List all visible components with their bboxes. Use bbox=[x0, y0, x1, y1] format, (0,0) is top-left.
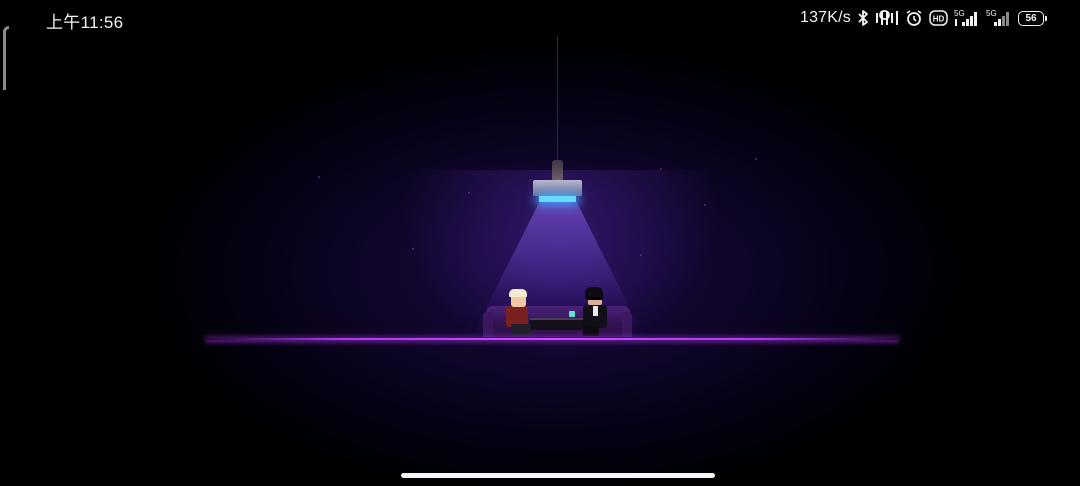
lamp-bulb bbox=[539, 196, 576, 202]
sofa-arm-right bbox=[622, 312, 632, 337]
floor-glow bbox=[206, 340, 898, 346]
vibrate-icon bbox=[875, 9, 899, 27]
particle bbox=[755, 158, 757, 160]
coffee-table bbox=[530, 318, 586, 330]
signal-5g-label-2: 5G bbox=[986, 9, 997, 18]
particle bbox=[704, 204, 706, 206]
hd-label: HD bbox=[933, 15, 945, 24]
status-icons: 137K/s HD 5G 5G 56 bbox=[799, 7, 1047, 29]
npc-character-legs bbox=[583, 326, 599, 336]
alarm-icon bbox=[905, 9, 923, 27]
particle bbox=[318, 176, 320, 178]
lamp-cap bbox=[552, 160, 563, 180]
drink-cup bbox=[569, 311, 575, 317]
particle bbox=[468, 192, 470, 194]
sunglasses bbox=[587, 297, 603, 300]
status-bar: 上午11:56 137K/s HD 5G 5G 56 bbox=[0, 0, 1080, 36]
bluetooth-icon bbox=[857, 9, 869, 27]
sofa-arm-left bbox=[483, 312, 493, 337]
battery-level: 56 bbox=[1025, 12, 1037, 24]
hd-icon: HD bbox=[929, 10, 948, 26]
particle bbox=[660, 168, 662, 170]
player-character-hair bbox=[509, 289, 527, 297]
signal-5g-label: 5G bbox=[954, 9, 965, 18]
signal-5g-icon: 5G bbox=[954, 8, 980, 28]
edge-gesture-handle[interactable] bbox=[3, 26, 9, 90]
status-time: 上午11:56 bbox=[46, 13, 124, 32]
npc-character-shirt bbox=[593, 306, 598, 316]
particle bbox=[412, 248, 414, 250]
network-speed: 137K/s bbox=[799, 9, 851, 26]
signal-5g-icon-2: 5G bbox=[986, 8, 1012, 28]
home-indicator[interactable] bbox=[401, 473, 715, 478]
particle bbox=[640, 254, 642, 256]
player-character-legs bbox=[511, 324, 531, 336]
lamp-cord bbox=[557, 36, 558, 160]
ceiling-lamp bbox=[533, 180, 582, 196]
battery-icon: 56 bbox=[1018, 10, 1047, 26]
game-screen[interactable]: 上午11:56 137K/s HD 5G 5G 56 bbox=[0, 0, 1080, 486]
